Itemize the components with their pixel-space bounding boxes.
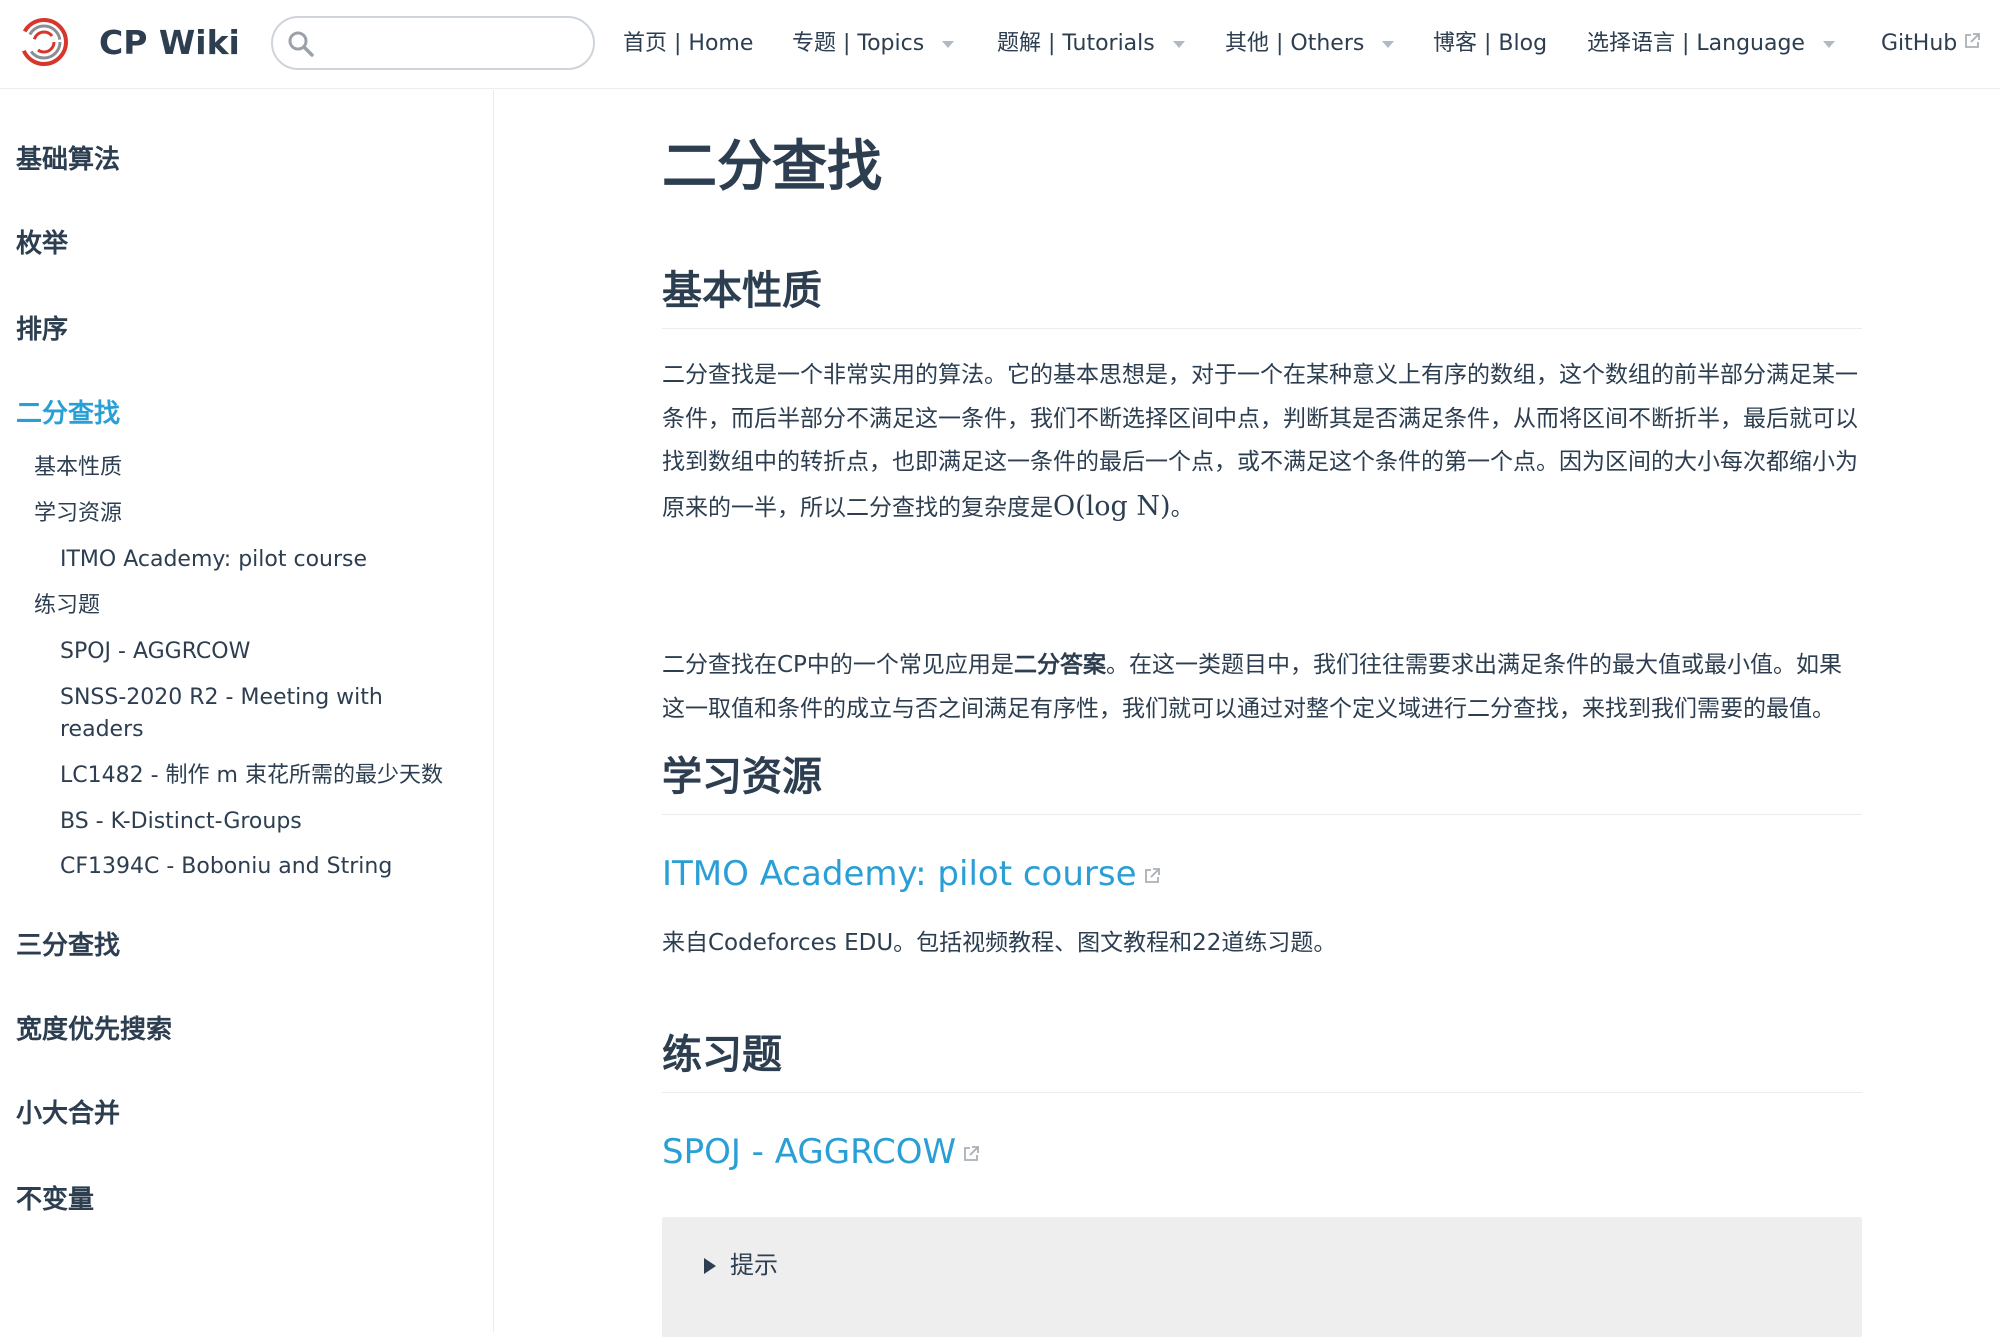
nav-github[interactable]: GitHub	[1881, 26, 1981, 62]
nav-others-label: 其他 | Others	[1225, 31, 1365, 56]
sidebar-subitem-resources[interactable]: 学习资源	[34, 498, 122, 530]
sidebar-subitem-lc1482[interactable]: LC1482 - 制作 m 束花所需的最少天数	[60, 760, 470, 792]
resources-description: 来自Codeforces EDU。包括视频教程、图文教程和22道练习题。	[662, 930, 1337, 956]
nav-home[interactable]: 首页 | Home	[623, 26, 753, 62]
site-name[interactable]: CP Wiki	[99, 20, 240, 66]
chevron-down-icon	[1172, 40, 1185, 48]
search-icon	[288, 31, 314, 57]
sidebar-item-invariants[interactable]: 不变量	[16, 1182, 94, 1218]
nav-topics-label: 专题 | Topics	[792, 31, 925, 56]
paragraph-basic-2-text-a: 二分查找在CP中的一个常见应用是	[662, 652, 1014, 678]
link-itmo-academy-label: ITMO Academy: pilot course	[662, 854, 1137, 894]
nav-github-label: GitHub	[1881, 31, 1958, 56]
sidebar: 基础算法 枚举 排序 二分查找 基本性质 学习资源 ITMO Academy: …	[0, 90, 494, 1332]
nav-blog-label: 博客 | Blog	[1433, 31, 1548, 56]
nav-topics[interactable]: 专题 | Topics	[792, 26, 955, 62]
hint-details: 提示	[662, 1217, 1862, 1337]
paragraph-basic-1: 二分查找是一个非常实用的算法。它的基本思想是，对于一个在某种意义上有序的数组，这…	[662, 354, 1862, 530]
sidebar-item-basic-algorithms[interactable]: 基础算法	[16, 142, 120, 178]
sidebar-subitem-aggrcow[interactable]: SPOJ - AGGRCOW	[60, 636, 470, 668]
nav-home-label: 首页 | Home	[623, 31, 754, 56]
link-spoj-aggrcow[interactable]: SPOJ - AGGRCOW	[662, 1128, 980, 1176]
nav-tutorials[interactable]: 题解 | Tutorials	[997, 26, 1185, 62]
hint-label: 提示	[730, 1251, 778, 1279]
complexity-formula: O(log N)	[1053, 490, 1171, 522]
external-link-icon	[964, 1146, 980, 1161]
sidebar-subitem-k-distinct-groups[interactable]: BS - K-Distinct-Groups	[60, 806, 470, 838]
nav-blog[interactable]: 博客 | Blog	[1433, 26, 1547, 62]
logo-icon[interactable]	[16, 14, 72, 70]
external-link-icon	[1144, 868, 1160, 883]
chevron-down-icon	[1382, 40, 1395, 48]
link-itmo-academy[interactable]: ITMO Academy: pilot course	[662, 850, 1161, 898]
nav-language[interactable]: 选择语言 | Language	[1587, 26, 1835, 62]
nav-others[interactable]: 其他 | Others	[1225, 26, 1395, 62]
sidebar-item-bfs[interactable]: 宽度优先搜索	[16, 1012, 172, 1048]
sidebar-subitem-basic-properties[interactable]: 基本性质	[34, 452, 122, 484]
sidebar-subitem-itmo[interactable]: ITMO Academy: pilot course	[60, 544, 470, 576]
triangle-right-icon	[704, 1258, 716, 1274]
sidebar-item-sorting[interactable]: 排序	[16, 312, 68, 348]
paragraph-basic-2-bold: 二分答案	[1013, 652, 1106, 678]
chevron-down-icon	[942, 40, 955, 48]
paragraph-basic-1-text: 二分查找是一个非常实用的算法。它的基本思想是，对于一个在某种意义上有序的数组，这…	[662, 362, 1858, 521]
paragraph-basic-1-end: 。	[1170, 494, 1194, 521]
nav-language-label: 选择语言 | Language	[1587, 31, 1805, 56]
sidebar-item-enumeration[interactable]: 枚举	[16, 226, 68, 262]
link-spoj-aggrcow-label: SPOJ - AGGRCOW	[662, 1132, 957, 1172]
hint-summary[interactable]: 提示	[704, 1247, 778, 1283]
sidebar-item-binary-search[interactable]: 二分查找	[16, 396, 120, 432]
external-link-icon	[1965, 33, 1981, 48]
page-title: 二分查找	[662, 134, 883, 198]
search-input[interactable]	[323, 26, 585, 62]
sidebar-item-ternary-search[interactable]: 三分查找	[16, 928, 120, 964]
sidebar-subitem-snss[interactable]: SNSS-2020 R2 - Meeting with readers	[60, 682, 470, 746]
section-heading-practice: 练习题	[662, 1028, 1862, 1093]
navbar: CP Wiki 首页 | Home 专题 | Topics 题解 | Tutor…	[0, 0, 2000, 89]
sidebar-subitem-practice[interactable]: 练习题	[34, 590, 100, 622]
nav-tutorials-label: 题解 | Tutorials	[997, 31, 1155, 56]
section-heading-basic-properties: 基本性质	[662, 264, 1862, 329]
sidebar-item-small-to-large[interactable]: 小大合并	[16, 1096, 120, 1132]
section-heading-resources: 学习资源	[662, 750, 1862, 815]
search-box[interactable]	[271, 16, 595, 70]
paragraph-basic-2: 二分查找在CP中的一个常见应用是二分答案。在这一类题目中，我们往往需要求出满足条…	[662, 644, 1862, 731]
chevron-down-icon	[1822, 40, 1835, 48]
sidebar-subitem-cf1394c[interactable]: CF1394C - Boboniu and String	[60, 851, 470, 883]
